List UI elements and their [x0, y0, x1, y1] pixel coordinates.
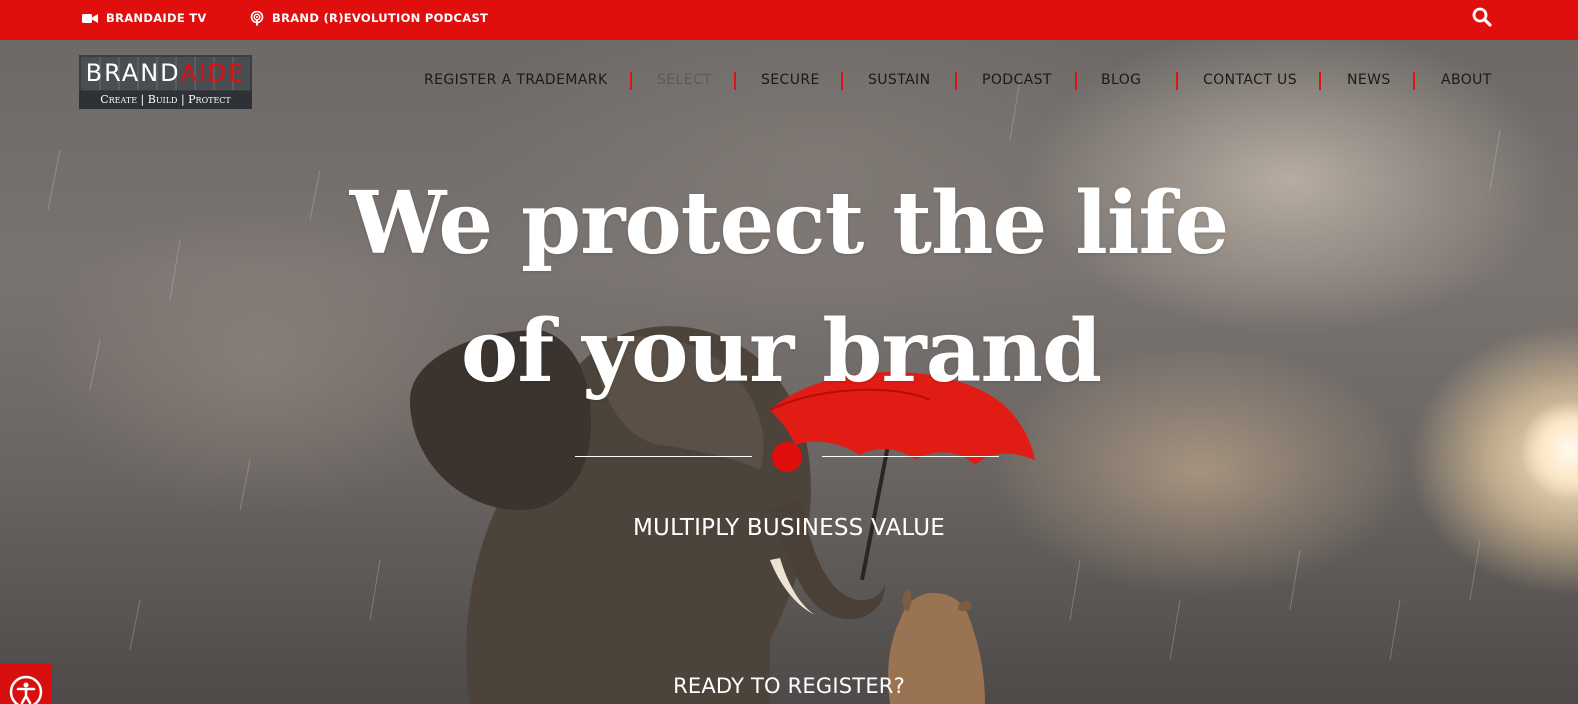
brandaide-logo[interactable]: BRANDAIDE Create | Build | Protect: [79, 55, 252, 109]
podcast-label: BRAND (R)EVOLUTION PODCAST: [272, 11, 489, 25]
nav-separator: [630, 72, 632, 90]
podcast-link[interactable]: BRAND (R)EVOLUTION PODCAST: [250, 0, 488, 36]
brandaide-tv-label: BRANDAIDE TV: [106, 11, 207, 25]
logo-wordmark: BRANDAIDE: [79, 58, 252, 88]
nav-register-trademark[interactable]: REGISTER A TRADEMARK: [424, 72, 608, 88]
logo-word-brand: BRAND: [85, 59, 181, 87]
video-camera-icon: [82, 13, 98, 23]
nav-news[interactable]: NEWS: [1347, 72, 1391, 88]
divider-line-left: [575, 456, 752, 457]
nav-sustain[interactable]: SUSTAIN: [868, 72, 930, 88]
nav-podcast[interactable]: PODCAST: [982, 72, 1052, 88]
search-icon: [1472, 7, 1492, 27]
nav-separator: [1413, 72, 1415, 90]
accessibility-button[interactable]: [0, 663, 52, 704]
nav-contact-us[interactable]: CONTACT US: [1203, 72, 1297, 88]
nav-separator: [1075, 72, 1077, 90]
search-button[interactable]: [1472, 7, 1492, 32]
nav-select[interactable]: SELECT: [657, 72, 712, 88]
top-utility-bar: BRANDAIDE TV BRAND (R)EVOLUTION PODCAST: [0, 0, 1578, 40]
nav-about[interactable]: ABOUT: [1441, 72, 1492, 88]
nav-separator: [734, 72, 736, 90]
hero-tagline: MULTIPLY BUSINESS VALUE: [632, 515, 946, 541]
nav-separator: [955, 72, 957, 90]
nav-separator: [1176, 72, 1178, 90]
podcast-icon: [250, 10, 264, 25]
logo-word-aide: AIDE: [180, 59, 246, 87]
divider-dot: [772, 442, 802, 472]
accessibility-icon: [9, 675, 43, 704]
ready-to-register-link[interactable]: READY TO REGISTER?: [0, 674, 1578, 698]
brandaide-tv-link[interactable]: BRANDAIDE TV: [82, 0, 207, 36]
nav-separator: [1319, 72, 1321, 90]
hero-headline-line1: We protect the life: [349, 173, 1229, 274]
divider-line-right: [822, 456, 999, 457]
nav-separator: [841, 72, 843, 90]
nav-secure[interactable]: SECURE: [761, 72, 820, 88]
hero-headline: We protect the life of your brand: [0, 160, 1578, 416]
logo-tagline: Create | Build | Protect: [100, 93, 231, 106]
hero-headline-line2: of your brand: [460, 301, 1102, 402]
nav-blog[interactable]: BLOG: [1101, 72, 1141, 88]
